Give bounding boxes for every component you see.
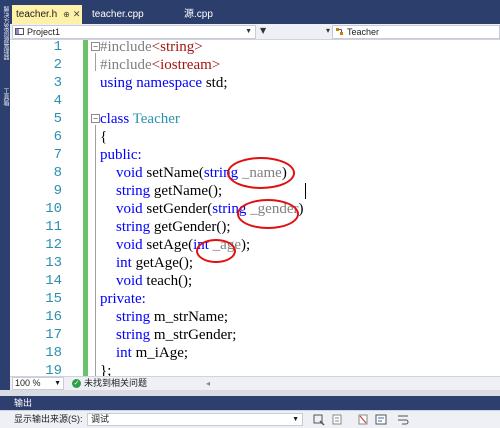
code-text: class Teacher — [100, 111, 180, 127]
project-dropdown[interactable]: Project1 ▼ — [12, 25, 256, 39]
line-number: 4 — [53, 93, 62, 109]
line-number: 13 — [45, 255, 62, 271]
word-wrap-icon[interactable] — [374, 413, 388, 426]
chevron-down-icon: ▼ — [292, 416, 299, 423]
annotation-circle — [227, 157, 295, 189]
code-line-15: 15 private: — [10, 290, 500, 308]
line-number: 16 — [45, 309, 62, 325]
class-icon — [336, 28, 343, 35]
line-number: 12 — [45, 237, 62, 253]
code-text: { — [100, 129, 108, 145]
line-number: 18 — [45, 345, 62, 361]
fold-toggle-icon[interactable]: − — [91, 114, 100, 123]
code-text: string getGender(); — [116, 219, 231, 235]
tab-label: teacher.h — [16, 9, 58, 20]
code-text: int m_iAge; — [116, 345, 189, 361]
chevron-down-icon: ▼ — [245, 28, 252, 35]
project-icon — [15, 28, 24, 35]
line-number: 3 — [53, 75, 62, 91]
code-line-14: 14 void teach(); — [10, 272, 500, 290]
code-line-3: 3 using namespace std; — [10, 74, 500, 92]
output-source-label: 显示输出来源(S): — [14, 414, 83, 424]
code-text: private: — [100, 291, 146, 307]
chevron-down-icon[interactable]: ▾ — [326, 26, 330, 35]
code-text: using namespace std; — [100, 75, 228, 91]
line-number: 10 — [45, 201, 62, 217]
fold-toggle-icon[interactable]: − — [91, 42, 100, 51]
output-source-dropdown[interactable]: 调试 ▼ — [87, 413, 303, 426]
solution-explorer-tab[interactable]: 解决方案资源管理器 — [1, 6, 9, 84]
code-line-4: 4 — [10, 92, 500, 110]
member-name: Teacher — [347, 27, 380, 37]
chevron-down-icon: ▼ — [54, 380, 61, 387]
previous-message-icon[interactable] — [330, 413, 344, 426]
code-text: }; — [100, 363, 112, 376]
code-text: public: — [100, 147, 142, 163]
line-number: 11 — [45, 219, 62, 235]
code-line-6: 6 { — [10, 128, 500, 146]
pin-icon[interactable]: ⊕ — [63, 10, 70, 19]
issues-status[interactable]: 未找到相关问题 — [84, 377, 147, 390]
toggle-word-wrap-icon[interactable] — [396, 413, 410, 426]
annotation-circle — [237, 199, 299, 229]
tab-source-cpp[interactable]: 源.cpp — [180, 5, 240, 24]
line-number: 1 — [53, 40, 62, 55]
code-text: string m_strGender; — [116, 327, 237, 343]
output-toolbar: 显示输出来源(S): 调试 ▼ — [0, 410, 500, 428]
text-cursor — [305, 183, 306, 199]
check-icon: ✓ — [72, 379, 81, 388]
output-source-value: 调试 — [91, 414, 110, 424]
line-number: 2 — [53, 57, 62, 73]
code-text: #include<iostream> — [100, 57, 221, 73]
line-number: 14 — [45, 273, 62, 289]
tab-teacher-h[interactable]: teacher.h ⊕ ✕ — [12, 5, 82, 24]
tab-teacher-cpp[interactable]: teacher.cpp — [88, 5, 178, 24]
line-number: 17 — [45, 327, 62, 343]
code-line-5: 5 − class Teacher — [10, 110, 500, 128]
output-panel-title: 输出 — [0, 396, 500, 410]
project-name: Project1 — [27, 27, 61, 37]
toolbox-tab[interactable]: 工具箱 — [1, 88, 9, 116]
editor-status-bar: 100 % ▼ ✓ 未找到相关问题 ◂ — [10, 376, 500, 390]
line-number: 19 — [45, 363, 62, 376]
find-message-icon[interactable] — [312, 413, 326, 426]
line-number: 7 — [53, 147, 62, 163]
code-line-19: 19 }; — [10, 362, 500, 376]
member-dropdown[interactable]: Teacher — [332, 25, 500, 39]
code-line-2: 2 #include<iostream> — [10, 56, 500, 74]
line-number: 9 — [53, 183, 62, 199]
code-line-13: 13 int getAge(); — [10, 254, 500, 272]
line-number: 6 — [53, 129, 62, 145]
line-number: 15 — [45, 291, 62, 307]
code-text: string m_strName; — [116, 309, 229, 325]
side-tool-strip: 解决方案资源管理器 工具箱 — [0, 0, 10, 396]
line-number: 8 — [53, 165, 62, 181]
zoom-dropdown[interactable]: 100 % ▼ — [12, 377, 64, 390]
navigation-bar: Project1 ▼ ▼ Teacher ▾ — [10, 24, 500, 40]
code-line-18: 18 int m_iAge; — [10, 344, 500, 362]
code-text: #include<string> — [100, 40, 203, 55]
document-tab-bar: teacher.h ⊕ ✕ teacher.cpp 源.cpp — [10, 0, 500, 24]
code-text: string getName(); — [116, 183, 223, 199]
code-text: int getAge(); — [116, 255, 194, 271]
scroll-left-icon[interactable]: ◂ — [206, 377, 210, 390]
annotation-circle — [196, 239, 236, 263]
code-line-12: 12 void setAge(int _age); — [10, 236, 500, 254]
code-editor[interactable]: 1 − #include<string> 2 #include<iostream… — [10, 40, 500, 376]
zoom-level: 100 % — [15, 378, 41, 388]
tab-label: 源.cpp — [184, 9, 213, 20]
clear-all-icon[interactable] — [356, 413, 370, 426]
code-line-16: 16 string m_strName; — [10, 308, 500, 326]
close-icon[interactable]: ✕ — [73, 9, 81, 19]
code-text: void teach(); — [116, 273, 193, 289]
code-line-1: 1 − #include<string> — [10, 40, 500, 56]
chevron-down-icon[interactable]: ▼ — [260, 26, 266, 35]
code-line-17: 17 string m_strGender; — [10, 326, 500, 344]
tab-label: teacher.cpp — [92, 9, 144, 20]
line-number: 5 — [53, 111, 62, 127]
